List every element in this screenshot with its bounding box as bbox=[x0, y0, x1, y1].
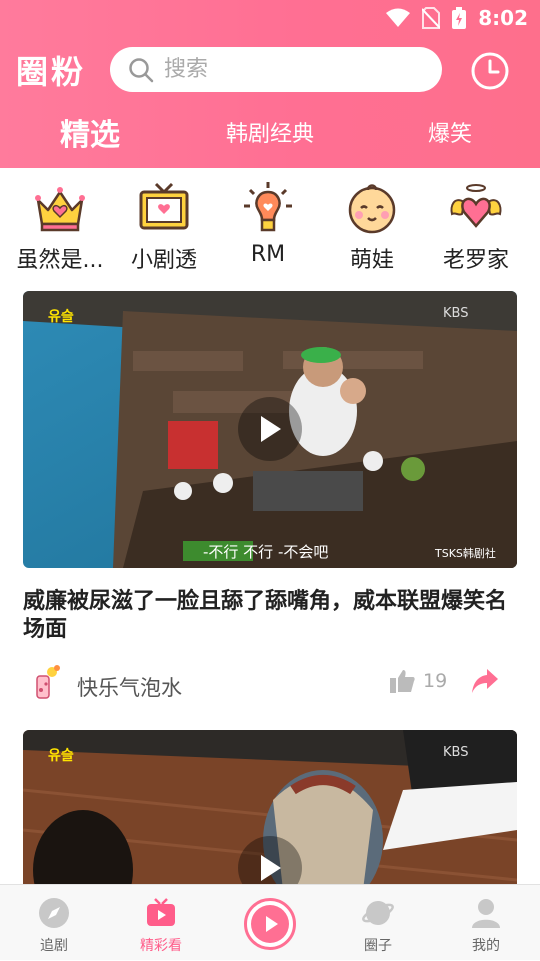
app-logo: 圈粉 bbox=[16, 48, 98, 92]
status-bar: 8:02 bbox=[0, 0, 540, 36]
category-label: 小剧透 bbox=[130, 248, 197, 273]
avatar[interactable] bbox=[25, 662, 65, 702]
category-label: 萌娃 bbox=[349, 248, 394, 273]
play-icon bbox=[261, 416, 281, 442]
topic-categories: 虽然是... 小剧透 RM 萌娃 老罗家 bbox=[0, 180, 540, 280]
category-item[interactable]: 小剧透 bbox=[112, 180, 216, 280]
category-item[interactable]: 老罗家 bbox=[424, 180, 528, 280]
history-clock-icon[interactable] bbox=[470, 51, 510, 91]
lightbulb-icon bbox=[244, 182, 292, 232]
category-label: RM bbox=[250, 242, 286, 267]
compass-icon bbox=[39, 898, 69, 928]
category-label: 老罗家 bbox=[442, 248, 509, 273]
search-input[interactable] bbox=[164, 57, 404, 82]
category-label: 虽然是... bbox=[16, 248, 104, 273]
nav-item-profile[interactable]: 我的 bbox=[441, 885, 531, 961]
nav-item-circle[interactable]: 圈子 bbox=[333, 885, 423, 961]
planet-icon bbox=[362, 901, 394, 925]
tab-featured[interactable]: 精选 bbox=[30, 104, 150, 160]
baby-face-icon bbox=[348, 184, 396, 234]
tab-funny[interactable]: 爆笑 bbox=[400, 104, 500, 160]
logo-text: 圈粉 bbox=[16, 53, 87, 91]
channel-watermark: KBS bbox=[443, 306, 468, 321]
bubble-drink-avatar-icon bbox=[36, 665, 60, 699]
channel-watermark: KBS bbox=[443, 745, 468, 760]
nav-label: 我的 bbox=[472, 938, 500, 954]
category-item[interactable]: 萌娃 bbox=[320, 180, 424, 280]
app-header: 8:02 圈粉 精选 韩剧经典 爆笑 bbox=[0, 0, 540, 168]
svg-text:유슬: 유슬 bbox=[48, 748, 74, 764]
user-icon bbox=[472, 899, 500, 928]
nav-label: 精彩看 bbox=[140, 938, 182, 954]
post-meta-row: 快乐气泡水 19 bbox=[23, 660, 517, 708]
bottom-navigation: 追剧 精彩看 圈子 我的 bbox=[0, 884, 540, 960]
winged-heart-icon bbox=[450, 184, 502, 228]
author-name[interactable]: 快乐气泡水 bbox=[77, 672, 182, 702]
status-time: 8:02 bbox=[478, 6, 528, 30]
like-button[interactable]: 19 bbox=[389, 668, 447, 694]
tab-korean-drama-classics[interactable]: 韩剧经典 bbox=[200, 104, 340, 160]
category-item[interactable]: 虽然是... bbox=[8, 180, 112, 280]
nav-item-highlights[interactable]: 精彩看 bbox=[116, 885, 206, 961]
center-play-button[interactable] bbox=[244, 898, 296, 950]
video-thumbnail[interactable]: 유슬 KBS bbox=[23, 730, 517, 890]
tv-icon bbox=[139, 182, 189, 230]
nav-item-follow-drama[interactable]: 追剧 bbox=[9, 885, 99, 961]
search-icon bbox=[129, 57, 154, 82]
category-tabs: 精选 韩剧经典 爆笑 bbox=[0, 104, 540, 160]
play-circle-icon bbox=[251, 905, 289, 943]
nav-label: 追剧 bbox=[40, 938, 68, 954]
crown-icon bbox=[35, 187, 85, 232]
tv-play-icon bbox=[147, 898, 175, 926]
source-tag: TSKS韩剧社 bbox=[434, 546, 496, 560]
video-thumbnail[interactable]: 유슬 KBS -不行 不行 -不会吧 TSKS韩剧社 bbox=[23, 291, 517, 568]
like-count: 19 bbox=[423, 670, 448, 692]
svg-text:유슬: 유슬 bbox=[48, 309, 74, 325]
search-bar[interactable] bbox=[110, 47, 442, 92]
nav-label: 圈子 bbox=[364, 938, 392, 954]
status-icons: 8:02 bbox=[386, 6, 528, 30]
thumbs-up-icon bbox=[390, 670, 415, 693]
no-sim-icon bbox=[422, 7, 441, 29]
category-item[interactable]: RM bbox=[216, 180, 320, 280]
play-button[interactable] bbox=[238, 397, 302, 461]
wifi-icon bbox=[386, 8, 411, 27]
video-subtitle: -不行 不行 -不会吧 bbox=[203, 543, 328, 561]
share-arrow-icon[interactable] bbox=[471, 668, 499, 694]
post-title[interactable]: 威廉被尿滋了一脸且舔了舔嘴角，威本联盟爆笑名场面 bbox=[23, 588, 517, 644]
battery-icon bbox=[452, 7, 467, 29]
play-icon bbox=[261, 855, 281, 881]
